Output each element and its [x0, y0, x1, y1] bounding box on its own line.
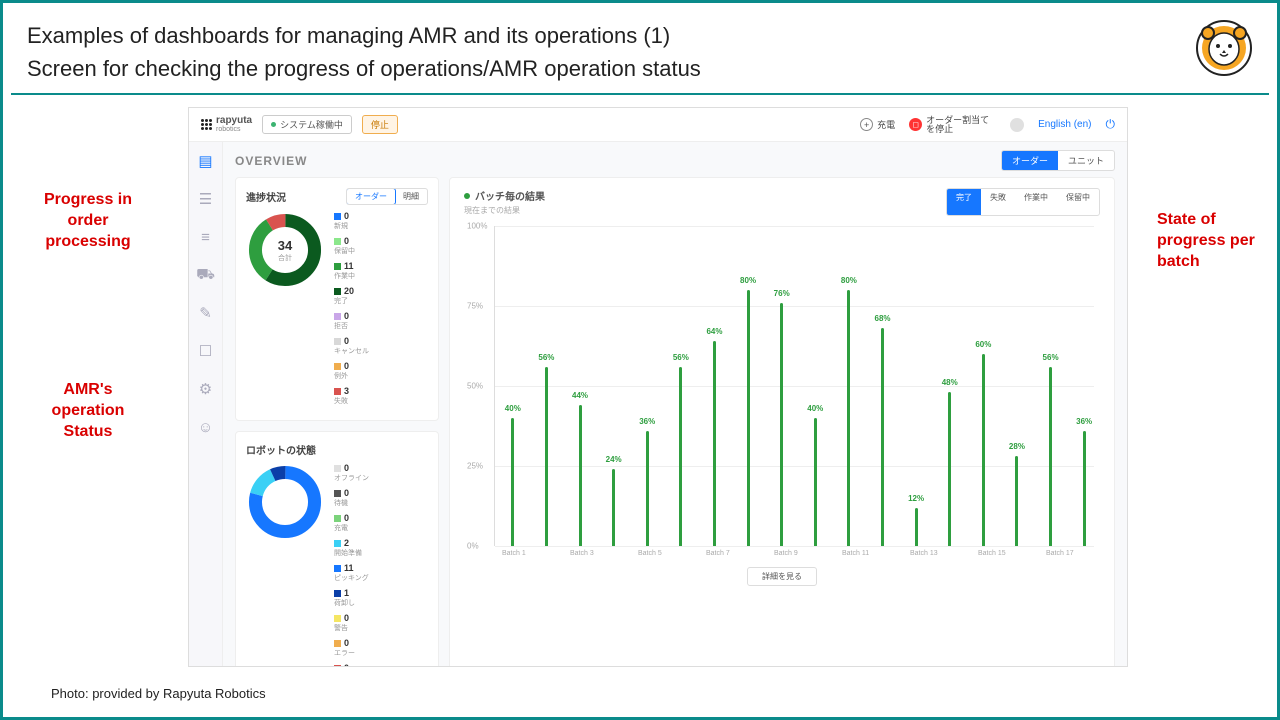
progress-card-tabs[interactable]: オーダー 明細: [346, 188, 428, 205]
stop-button[interactable]: 停止: [362, 115, 398, 134]
nav-settings-icon[interactable]: ⚙: [197, 380, 215, 398]
language-selector[interactable]: English (en): [1038, 119, 1091, 130]
tab-unit[interactable]: ユニット: [1058, 151, 1114, 170]
progress-donut: 34合計: [246, 211, 324, 289]
brand-logo: rapyutarobotics: [201, 116, 252, 133]
nav-list-icon[interactable]: ≡: [197, 228, 215, 246]
tiger-logo: [1195, 19, 1253, 77]
robot-legend: 0オフライン0待機0充電2開始準備11ピッキング1荷卸し0警告0エラー0失敗: [334, 463, 428, 666]
status-indicator: [1010, 118, 1024, 132]
chart-detail-button[interactable]: 詳細を見る: [747, 567, 817, 586]
chart-title: バッチ毎の結果: [464, 188, 545, 203]
photo-credit: Photo: provided by Rapyuta Robotics: [51, 686, 266, 701]
sidebar: ▤ ☰ ≡ ⛟ ✎ ☐ ⚙ ☺: [189, 142, 223, 666]
progress-legend: 0新規0保留中11作業中20完了0拒否0キャンセル0例外3失敗: [334, 211, 428, 410]
overview-tabs[interactable]: オーダー ユニット: [1001, 150, 1115, 171]
progress-card: 進捗状況 オーダー 明細: [235, 177, 439, 421]
system-status-pill: システム稼働中: [262, 115, 352, 134]
nav-user-icon[interactable]: ☺: [197, 418, 215, 436]
charge-button[interactable]: +充電: [860, 118, 895, 131]
chart-subtitle: 現在までの結果: [464, 205, 545, 216]
batch-chart-card: バッチ毎の結果 現在までの結果 完了 失敗 作業中 保留中: [449, 177, 1115, 666]
annotation-batch: State of progress per batch: [1157, 210, 1257, 272]
nav-dashboard-icon[interactable]: ▤: [197, 152, 215, 170]
nav-report-icon[interactable]: ✎: [197, 304, 215, 322]
topbar: rapyutarobotics システム稼働中 停止 +充電 ◻オーダー割当てを…: [189, 108, 1127, 142]
progress-card-title: 進捗状況: [246, 189, 286, 204]
tab-order[interactable]: オーダー: [1002, 151, 1058, 170]
batch-bar-chart: 0%25%50%75%100%40%56%44%24%36%56%64%80%7…: [494, 226, 1094, 546]
chart-filter-tabs[interactable]: 完了 失敗 作業中 保留中: [946, 188, 1100, 216]
robot-donut: [246, 463, 324, 541]
overview-title: OVERVIEW: [235, 154, 307, 168]
annotation-progress: Progress in order processing: [33, 190, 143, 252]
slide-title-2: Screen for checking the progress of oper…: [27, 52, 701, 85]
nav-doc-icon[interactable]: ☐: [197, 342, 215, 360]
stop-assign-button[interactable]: ◻オーダー割当てを停止: [909, 116, 996, 134]
nav-cart-icon[interactable]: ⛟: [197, 266, 215, 284]
robot-card-title: ロボットの状態: [246, 442, 316, 457]
nav-orders-icon[interactable]: ☰: [197, 190, 215, 208]
chart-x-axis: Batch 1Batch 2Batch 3Batch 4Batch 5Batch…: [502, 550, 1100, 557]
robot-status-card: ロボットの状態: [235, 431, 439, 666]
dashboard-screenshot: rapyutarobotics システム稼働中 停止 +充電 ◻オーダー割当てを…: [188, 107, 1128, 667]
power-icon[interactable]: ⏻: [1106, 117, 1116, 132]
slide-title-1: Examples of dashboards for managing AMR …: [27, 19, 701, 52]
annotation-amr-status: AMR's operation Status: [33, 380, 143, 442]
